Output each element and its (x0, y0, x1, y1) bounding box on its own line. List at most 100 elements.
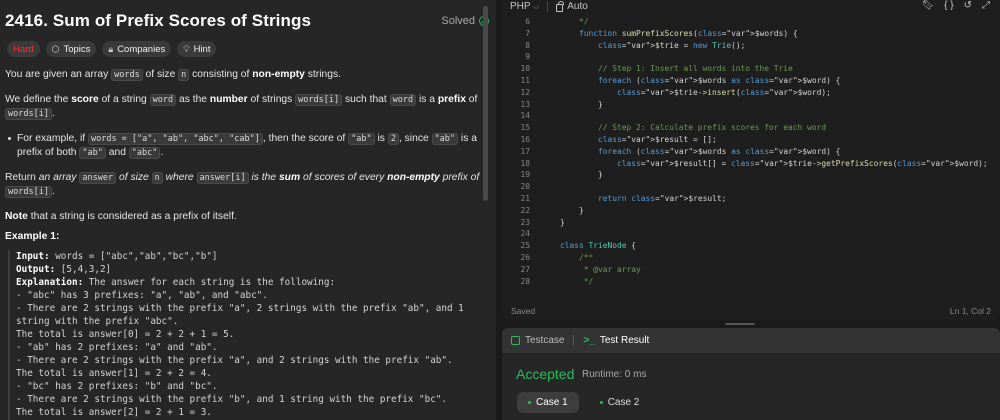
code-line[interactable]: 14 (502, 110, 1000, 122)
line-number: 23 (520, 217, 530, 227)
code-line[interactable]: 17 foreach (class="var">$words as class=… (502, 146, 1000, 158)
line-number: 10 (520, 64, 530, 74)
auto-mode-toggle[interactable]: Auto (556, 0, 588, 12)
case-2-button[interactable]: Case 2 (589, 392, 651, 413)
bookmark-icon[interactable]: 🔖︎ (921, 0, 934, 11)
hint-tag[interactable]: 💡︎ Hint (177, 41, 217, 57)
line-number: 15 (520, 123, 530, 133)
solved-label: Solved (441, 15, 475, 27)
checkbox-icon (511, 336, 520, 345)
code-line[interactable]: 10 // Step 1: Insert all words into the … (502, 63, 1000, 75)
case-tabs: Case 1 Case 2 (517, 392, 650, 413)
line-source: /** (560, 252, 594, 262)
line-source: */ (560, 17, 589, 26)
code-line[interactable]: 25 class TrieNode { (502, 240, 1000, 252)
example-explanation-line: string with the prefix "abc". (16, 316, 179, 327)
example-explanation-line: Explanation: The answer for each string … (16, 277, 336, 288)
line-source: * @var array (560, 264, 641, 274)
line-number: 27 (520, 264, 530, 274)
example-input-line: Input: words = ["abc","ab","bc","b"] (16, 251, 218, 262)
tab-test-result[interactable]: >_ Test Result (583, 335, 649, 346)
example-explanation-line: - "bc" has 2 prefixes: "b" and "bc". (16, 381, 218, 392)
expand-icon[interactable]: ⤢ (982, 0, 990, 11)
code-line[interactable]: 13 } (502, 99, 1000, 111)
example-explanation-line: The total is answer[2] = 2 + 1 = 3. (16, 407, 212, 418)
code-line[interactable]: 21 return class="var">$result; (502, 193, 1000, 205)
description-paragraph: We define the score of a string word as … (5, 94, 478, 120)
code-line[interactable]: 7 function sumPrefixScores(class="var">$… (502, 28, 1000, 40)
lock-icon (556, 0, 564, 12)
line-source: class="var">$result[] = class="var">$tri… (617, 158, 988, 168)
pass-dot-icon (599, 401, 603, 404)
code-line[interactable]: 15 // Step 2: Calculate prefix scores fo… (502, 122, 1000, 134)
tab-testcase[interactable]: Testcase (511, 335, 564, 346)
line-source: } (560, 99, 603, 109)
line-source (530, 51, 560, 63)
code-line[interactable]: 12 class="var">$trie->insert(class="var"… (502, 87, 1000, 99)
reset-icon[interactable]: ↺ (964, 0, 972, 11)
example-explanation-line: The total is answer[0] = 2 + 2 + 1 = 5. (16, 329, 235, 340)
editor-toolbar: 🔖︎ { } ↺ ⤢ (921, 0, 990, 11)
code-editor-panel: PHP ⌵ Auto 🔖︎ { } ↺ ⤢ 6 */7 function sum… (502, 0, 1000, 320)
line-source: */ (560, 276, 594, 286)
braces-icon[interactable]: { } (944, 0, 953, 11)
code-line[interactable]: 18 class="var">$result[] = class="var">$… (502, 158, 1000, 170)
code-line[interactable]: 23} (502, 217, 1000, 229)
line-number: 16 (520, 134, 530, 144)
hint-label: Hint (193, 43, 211, 55)
problem-description: You are given an array words of size n c… (5, 68, 491, 234)
code-line[interactable]: 19 } (502, 169, 1000, 181)
result-tabs: Testcase >_ Test Result (502, 328, 1000, 353)
code-line[interactable]: 8 class="var">$trie = new Trie(); (502, 40, 1000, 52)
line-source: class TrieNode { (560, 241, 637, 251)
example-explanation-line: The total is answer[1] = 2 + 2 = 4. (16, 368, 212, 379)
tag-icon: ⬡ (51, 43, 60, 54)
code-line[interactable]: 11 foreach (class="var">$words as class=… (502, 75, 1000, 87)
difficulty-badge[interactable]: Hard (7, 41, 40, 57)
line-number: 9 (525, 52, 530, 62)
topics-tag[interactable]: ⬡ Topics (45, 41, 97, 57)
editor-header: PHP ⌵ Auto 🔖︎ { } ↺ ⤢ (502, 0, 1000, 14)
line-source: foreach (class="var">$words as class="va… (598, 75, 841, 85)
code-line[interactable]: 26 /** (502, 252, 1000, 264)
code-line[interactable]: 16 class="var">$result = []; (502, 134, 1000, 146)
line-number: 13 (520, 99, 530, 109)
language-selector[interactable]: PHP ⌵ (510, 1, 539, 12)
line-number: 21 (520, 193, 530, 203)
example-explanation-line: - "ab" has 2 prefixes: "a" and "ab". (16, 342, 218, 353)
problem-tags: Hard ⬡ Topics 🔒︎ Companies 💡︎ Hint (7, 41, 217, 57)
line-number: 11 (520, 75, 530, 85)
code-line[interactable]: 20 (502, 181, 1000, 193)
line-number: 25 (520, 241, 530, 251)
line-source: class="var">$trie = new Trie(); (598, 40, 746, 50)
code-line[interactable]: 6 */ (502, 16, 1000, 28)
description-bullet: For example, if words = ["a", "ab", "abc… (5, 132, 491, 160)
companies-tag[interactable]: 🔒︎ Companies (102, 41, 172, 57)
code-line[interactable]: 27 * @var array (502, 264, 1000, 276)
description-scrollbar[interactable] (483, 6, 488, 201)
line-number: 8 (525, 40, 530, 50)
description-paragraph: You are given an array words of size n c… (5, 69, 341, 81)
code-area[interactable]: 6 */7 function sumPrefixScores(class="va… (502, 16, 1000, 296)
code-line[interactable]: 28 */ (502, 276, 1000, 288)
solved-status: Solved (441, 15, 489, 27)
runtime-label: Runtime: 0 ms (582, 369, 647, 380)
line-number: 19 (520, 170, 530, 180)
line-source (530, 110, 560, 122)
case-1-button[interactable]: Case 1 (517, 392, 579, 413)
line-number: 6 (525, 17, 530, 26)
code-line[interactable]: 24 (502, 228, 1000, 240)
line-source: return class="var">$result; (598, 193, 727, 203)
line-number: 28 (520, 276, 530, 286)
line-number: 26 (520, 252, 530, 262)
description-paragraph: Return an array answer of size n where a… (5, 172, 480, 198)
line-number: 24 (520, 229, 530, 239)
panel-resize-handle[interactable] (725, 323, 755, 325)
line-source (530, 181, 560, 193)
line-source: class="var">$result = []; (598, 134, 717, 144)
lightbulb-icon: 💡︎ (183, 43, 190, 54)
line-number: 22 (520, 205, 530, 215)
line-source: class="var">$trie->insert(class="var">$w… (617, 87, 831, 97)
code-line[interactable]: 22 } (502, 205, 1000, 217)
code-line[interactable]: 9 (502, 51, 1000, 63)
